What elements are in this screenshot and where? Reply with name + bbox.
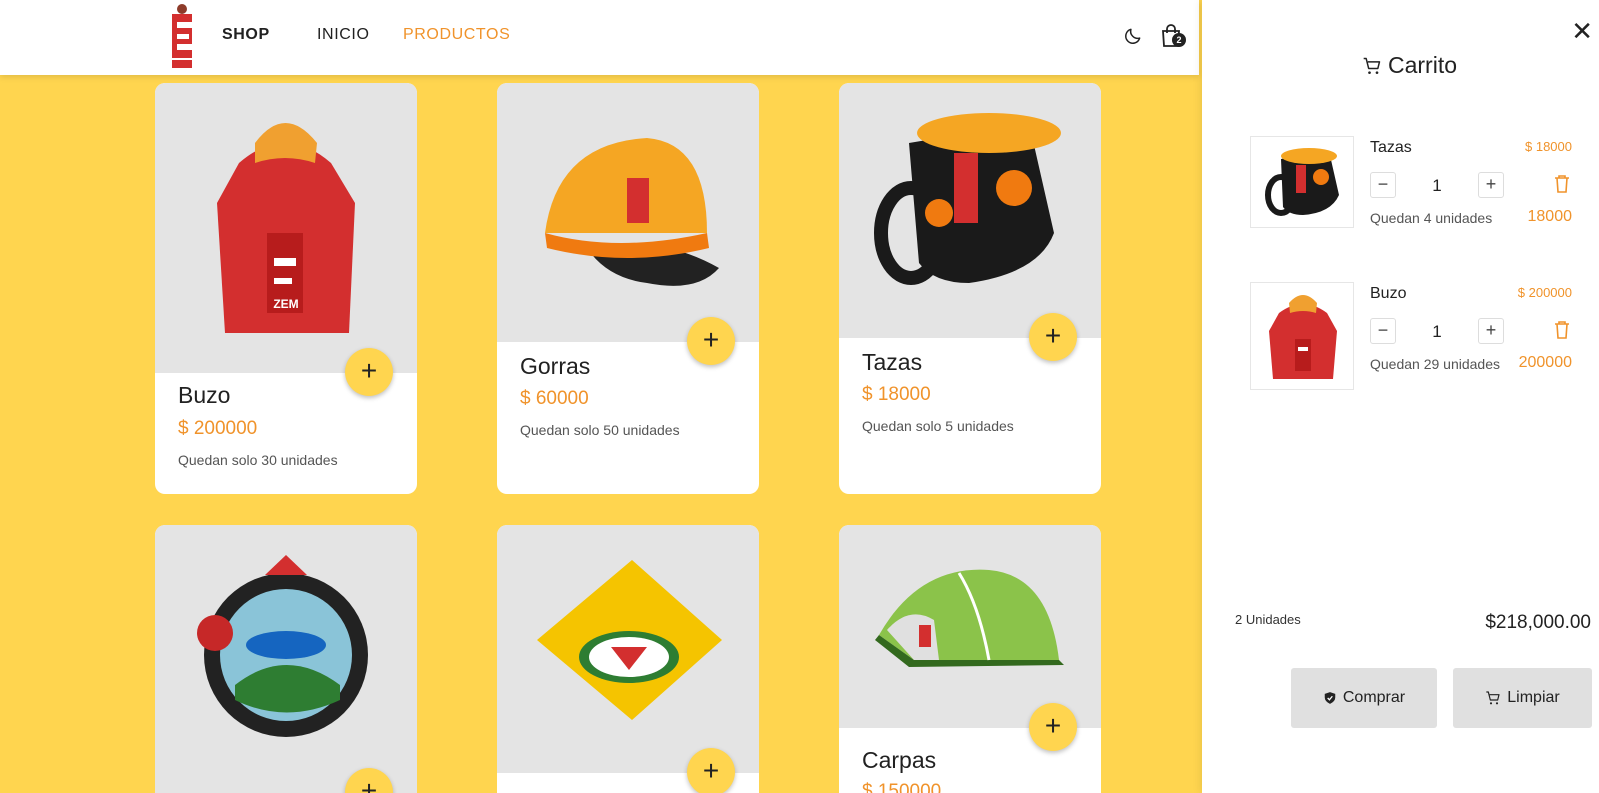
product-image [839,525,1101,728]
trash-icon[interactable] [1553,320,1571,340]
trash-icon[interactable] [1553,174,1571,194]
cart-item: Buzo $ 200000 − 1 + Quedan 29 unidades 2… [1250,282,1590,390]
product-card: ZEM + Buzo $ 200000 Quedan solo 30 unida… [155,83,417,494]
product-card: + Gorras $ 60000 Quedan solo 50 unidades [497,83,759,494]
product-price: $ 200000 [178,418,258,439]
product-image [497,83,759,342]
cart-drawer: ✕ Carrito Tazas $ 18000 − 1 + Quedan 4 u… [1202,0,1599,793]
cart-item-name: Buzo [1370,285,1407,302]
cart-title: Carrito [1362,52,1457,79]
product-card: + [497,525,759,793]
clear-cart-button[interactable]: Limpiar [1453,668,1592,728]
nav-productos[interactable]: PRODUCTOS [403,26,510,44]
cart-item-thumbnail [1250,282,1354,390]
product-price: $ 150000 [862,781,942,793]
product-name: Tazas [862,349,923,375]
cart-units-count: 2 Unidades [1235,612,1301,627]
product-name: Buzo [178,382,231,408]
product-name: Gorras [520,353,591,379]
product-price: $ 60000 [520,388,589,409]
add-to-cart-button[interactable]: + [1029,703,1077,751]
cart-item-total: 200000 [1518,354,1572,371]
product-image [155,525,417,793]
patch-image [197,555,368,737]
cart-item-stock: Quedan 4 unidades [1370,210,1493,226]
cart-item-unit-price: $ 18000 [1525,139,1572,154]
dark-mode-moon-icon[interactable] [1123,26,1143,46]
cart-item-qty: 1 [1432,176,1442,195]
cart-item-unit-price: $ 200000 [1517,285,1572,300]
mug-image [874,113,1061,285]
add-to-cart-button[interactable]: + [345,348,393,396]
hoodie-thumbnail [1269,295,1337,379]
product-image [839,83,1101,338]
product-image: ZEM [155,83,417,373]
add-to-cart-button[interactable]: + [687,317,735,365]
hoodie-image: ZEM [217,123,355,333]
product-card: + Tazas $ 18000 Quedan solo 5 unidades [839,83,1101,494]
club-logo-icon[interactable] [168,2,196,69]
buy-button[interactable]: Comprar [1291,668,1437,728]
nav-inicio[interactable]: INICIO [317,26,370,44]
cart-item-thumbnail [1250,136,1354,228]
buy-button-label: Comprar [1342,689,1406,706]
product-stock: Quedan solo 30 unidades [178,452,338,468]
scarf-image [537,560,722,720]
product-image [497,525,759,773]
cart-title-text: Carrito [1388,52,1458,78]
increase-qty-button[interactable]: + [1478,172,1504,198]
cart-item-name: Tazas [1370,139,1412,156]
cart-item-stock: Quedan 29 unidades [1370,356,1500,372]
cart-count-badge: 2 [1172,33,1186,47]
tent-image [875,569,1064,667]
add-to-cart-button[interactable]: + [1029,313,1077,361]
cart-item: Tazas $ 18000 − 1 + Quedan 4 unidades 18… [1250,136,1590,244]
mug-thumbnail [1265,148,1339,216]
cart-item-total: 18000 [1527,208,1573,225]
decrease-qty-button[interactable]: − [1370,318,1396,344]
brand-label[interactable]: SHOP [222,26,270,44]
product-stock: Quedan solo 5 unidades [862,418,1014,434]
shield-check-icon [1324,692,1336,704]
svg-text:ZEM: ZEM [273,297,298,311]
product-card: + [155,525,417,793]
add-to-cart-button[interactable]: + [687,748,735,793]
increase-qty-button[interactable]: + [1478,318,1504,344]
product-name: Carpas [862,747,937,773]
cart-icon [1363,57,1381,74]
top-navbar: SHOP INICIO PRODUCTOS 2 [0,0,1199,75]
product-price: $ 18000 [862,384,931,405]
cap-image [545,138,719,286]
product-stock: Quedan solo 50 unidades [520,422,680,438]
decrease-qty-button[interactable]: − [1370,172,1396,198]
cart-icon [1486,691,1500,705]
close-drawer-button[interactable]: ✕ [1571,18,1593,44]
cart-total-sum: $218,000.00 [1485,612,1591,633]
clear-cart-button-label: Limpiar [1507,689,1560,706]
cart-item-qty: 1 [1432,322,1442,341]
product-card: + Carpas $ 150000 [839,525,1101,793]
